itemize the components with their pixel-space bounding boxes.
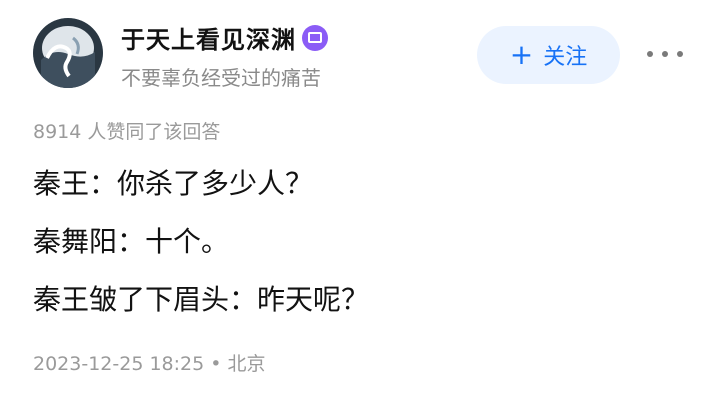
answer-line: 秦王：你杀了多少人？ (33, 167, 314, 200)
more-dot (647, 51, 653, 57)
plus-icon: + (509, 38, 534, 71)
answer-line: 秦王皱了下眉头：昨天呢？ (33, 283, 370, 316)
answer-card: 于天上看见深渊 不要辜负经受过的痛苦 + 关注 8914 人赞同了该回答 秦王：… (0, 0, 720, 405)
answer-location: 北京 (227, 353, 266, 375)
author-avatar[interactable] (33, 18, 103, 88)
answer-datetime: 2023-12-25 18:25 (33, 353, 205, 375)
answer-meta: 2023-12-25 18:25 • 北京 (33, 349, 266, 376)
verified-badge-icon (302, 25, 328, 51)
author-name[interactable]: 于天上看见深渊 (121, 20, 328, 55)
follow-button-label: 关注 (543, 45, 588, 70)
likes-count: 8914 人赞同了该回答 (33, 121, 221, 143)
answer-content: 秦王：你杀了多少人？ 秦舞阳：十个。 秦王皱了下眉头：昨天呢？ (33, 160, 683, 334)
avatar-illustration (33, 18, 103, 88)
author-name-text[interactable]: 于天上看见深渊 (121, 26, 296, 54)
follow-button[interactable]: + 关注 (477, 26, 620, 84)
answer-line: 秦舞阳：十个。 (33, 225, 230, 258)
more-dot (662, 51, 668, 57)
more-dot (677, 51, 683, 57)
more-options-icon[interactable] (647, 48, 683, 60)
meta-separator: • (210, 353, 222, 375)
author-header: 于天上看见深渊 不要辜负经受过的痛苦 + 关注 (0, 0, 720, 100)
author-bio: 不要辜负经受过的痛苦 (121, 66, 321, 90)
